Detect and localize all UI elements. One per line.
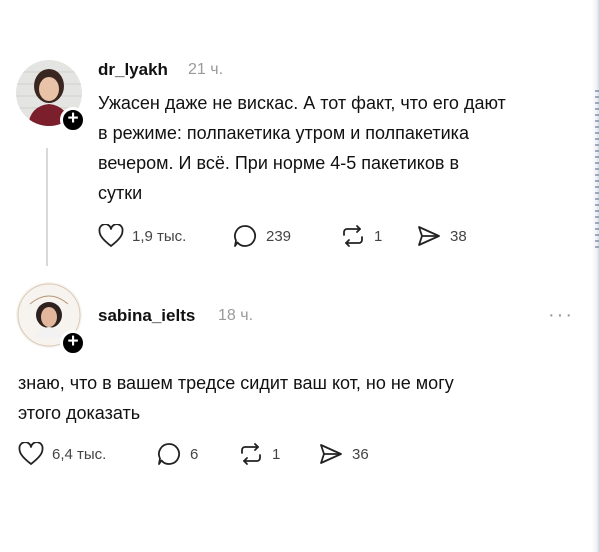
post-text-line: этого доказать (18, 403, 141, 423)
like-count: 6,4 тыс. (52, 445, 107, 463)
send-icon (416, 224, 442, 248)
more-options-icon[interactable]: ··· (548, 304, 574, 327)
reply-count: 239 (266, 227, 292, 245)
thread-connector-line (46, 148, 48, 266)
window-edge (592, 0, 600, 552)
share-count: 36 (352, 445, 369, 463)
post-text-line: в режиме: полпакетика утром и полпакетик… (98, 123, 469, 143)
follow-plus-icon[interactable]: + (60, 330, 86, 356)
reply-button[interactable]: 239 (232, 224, 291, 248)
post-text: Ужасен даже не вискас. А тот факт, что е… (98, 88, 578, 208)
like-button[interactable]: 6,4 тыс. (18, 442, 106, 466)
like-button[interactable]: 1,9 тыс. (98, 224, 186, 248)
repost-button[interactable]: 1 (340, 224, 382, 248)
share-button[interactable]: 38 (416, 224, 467, 248)
comment-icon (156, 442, 182, 466)
post-text: знаю, что в вашем тредсе сидит ваш кот, … (18, 368, 578, 428)
follow-plus-icon[interactable]: + (60, 107, 86, 133)
send-icon (318, 442, 344, 466)
post-text-line: вечером. И всё. При норме 4-5 пакетиков … (98, 153, 460, 173)
post-time: 21 ч. (188, 61, 224, 78)
heart-icon (98, 224, 124, 248)
share-count: 38 (450, 227, 467, 245)
post-text-line: сутки (98, 183, 143, 203)
share-button[interactable]: 36 (318, 442, 369, 466)
post-username[interactable]: dr_lyakh (98, 60, 168, 80)
post-text-line: знаю, что в вашем тредсе сидит ваш кот, … (18, 373, 454, 393)
post-time: 18 ч. (218, 307, 254, 324)
like-count: 1,9 тыс. (132, 227, 187, 245)
repost-icon (340, 224, 366, 248)
post-username[interactable]: sabina_ielts (98, 306, 195, 326)
post-text-line: Ужасен даже не вискас. А тот факт, что е… (98, 93, 506, 113)
repost-count: 1 (272, 445, 281, 463)
reply-count: 6 (190, 445, 199, 463)
repost-count: 1 (374, 227, 383, 245)
comment-icon (232, 224, 258, 248)
heart-icon (18, 442, 44, 466)
reply-button[interactable]: 6 (156, 442, 198, 466)
repost-button[interactable]: 1 (238, 442, 280, 466)
repost-icon (238, 442, 264, 466)
